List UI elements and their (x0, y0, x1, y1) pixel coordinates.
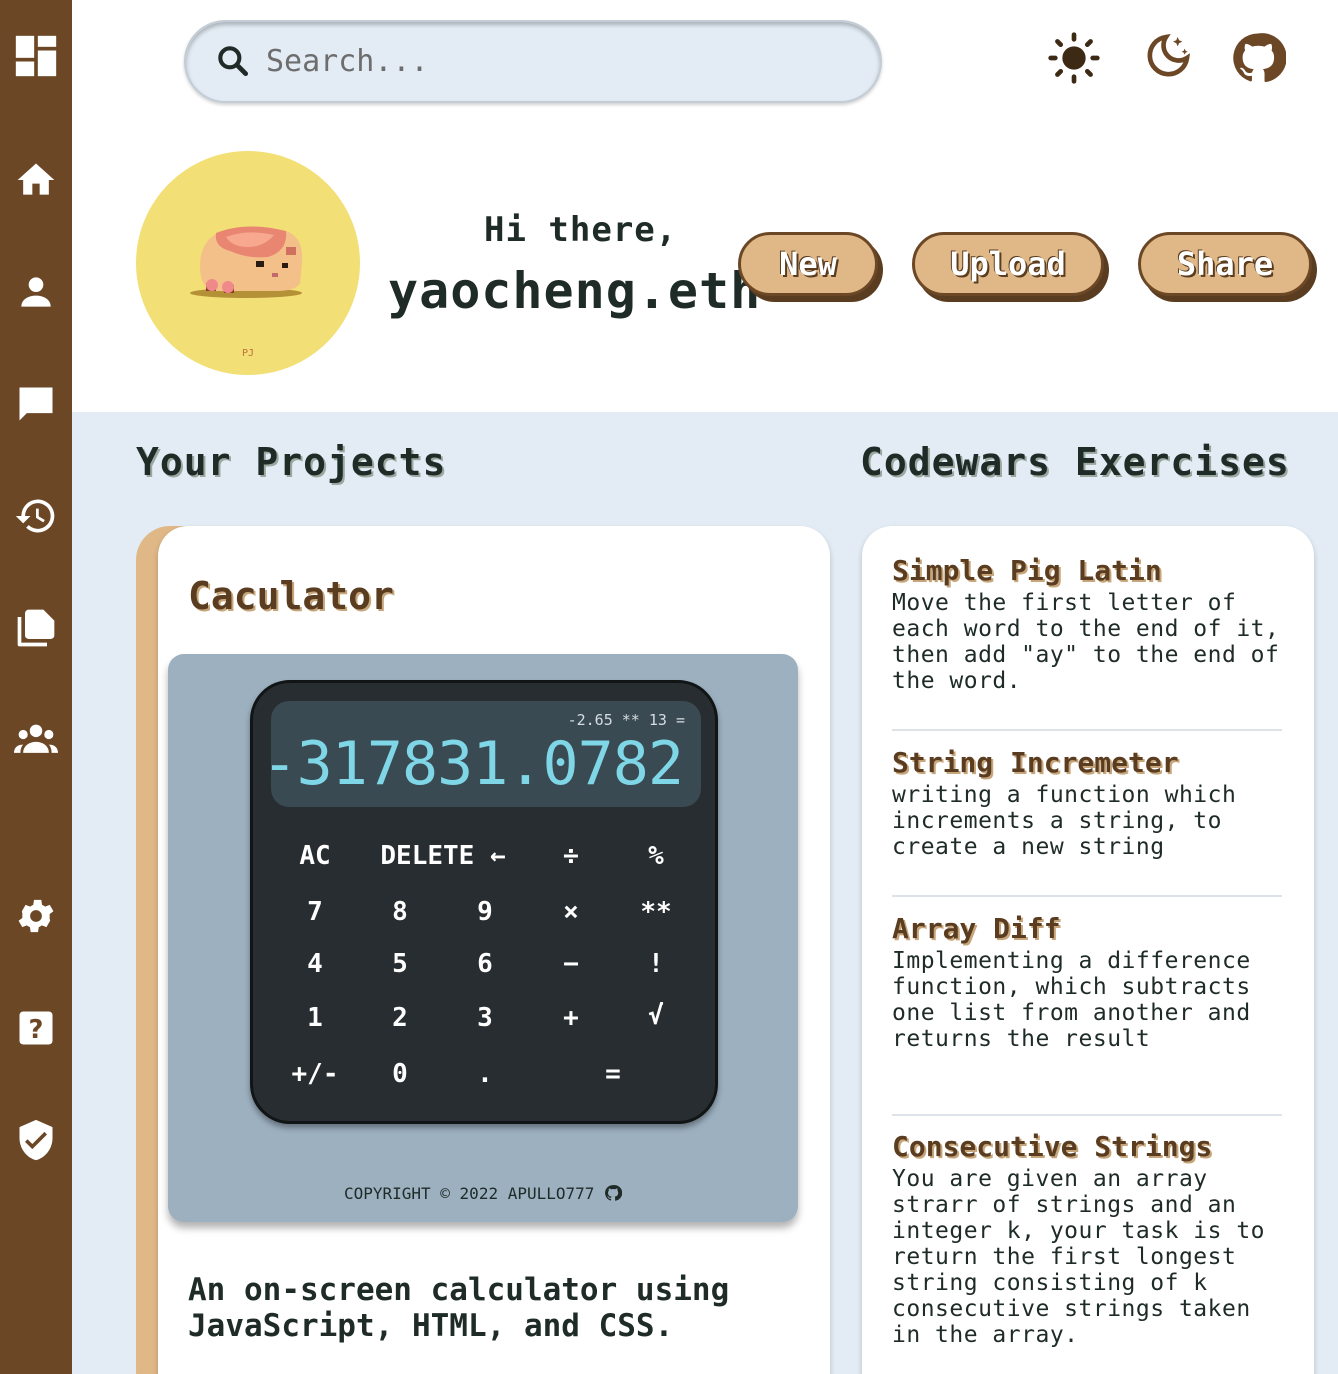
sun-icon[interactable] (1046, 30, 1102, 86)
exercise-item: String Incremeter writing a function whi… (892, 744, 1284, 860)
dashboard-icon[interactable] (10, 30, 62, 82)
previous-operation: -2.65 ** 13 = (567, 711, 685, 729)
codewars-card: Simple Pig Latin Move the first letter o… (862, 526, 1314, 1374)
exercise-description: writing a function which increments a st… (892, 782, 1237, 860)
key-3[interactable]: 3 (477, 1003, 493, 1033)
divider (892, 729, 1282, 731)
history-icon[interactable] (10, 490, 62, 542)
key-6[interactable]: 6 (477, 949, 493, 979)
guinea-pig-icon: PJ (190, 226, 303, 359)
github-icon[interactable] (604, 1184, 623, 1202)
key-5[interactable]: 5 (392, 949, 408, 979)
divider (892, 895, 1282, 897)
key-1[interactable]: 1 (307, 1003, 323, 1033)
home-icon[interactable] (10, 154, 62, 206)
exercise-title[interactable]: String Incremeter (892, 744, 1284, 782)
key-8[interactable]: 8 (392, 897, 408, 927)
sidebar: ? (0, 0, 72, 1374)
search-input[interactable] (266, 36, 846, 86)
messages-icon[interactable] (10, 378, 62, 430)
key-0[interactable]: 0 (392, 1059, 408, 1089)
key-minus[interactable]: − (563, 949, 579, 979)
github-icon[interactable] (1230, 30, 1286, 86)
avatar: PJ (136, 151, 360, 375)
help-icon[interactable]: ? (10, 1002, 62, 1054)
current-value: -317831.0782 (261, 729, 684, 799)
exercise-title[interactable]: Array Diff (892, 910, 1284, 948)
exercise-description: Implementing a difference function, whic… (892, 948, 1251, 1052)
settings-icon[interactable] (10, 890, 62, 942)
copyright: COPYRIGHT © 2022 APULLO777 (168, 1184, 798, 1203)
exercise-item: Simple Pig Latin Move the first letter o… (892, 552, 1284, 694)
key-delete[interactable]: DELETE ← (380, 841, 505, 871)
copyright-text: COPYRIGHT © 2022 APULLO777 (343, 1184, 595, 1203)
username: yaocheng.eth (388, 262, 762, 320)
search-icon[interactable] (214, 42, 252, 80)
svg-text:?: ? (29, 1015, 44, 1045)
key-power[interactable]: ** (640, 897, 671, 927)
key-divide[interactable]: ÷ (563, 841, 579, 871)
moon-icon[interactable] (1138, 30, 1194, 86)
search-bar (184, 20, 882, 103)
documents-icon[interactable] (10, 602, 62, 654)
key-multiply[interactable]: × (563, 897, 579, 927)
verified-icon[interactable] (10, 1114, 62, 1166)
greeting: Hi there, (484, 210, 678, 250)
project-description: An on-screen calculator using JavaScript… (188, 1272, 730, 1344)
key-ac[interactable]: AC (299, 841, 330, 871)
projects-heading: Your Projects (136, 440, 447, 484)
key-7[interactable]: 7 (307, 897, 323, 927)
exercise-item: Consecutive Strings You are given an arr… (892, 1128, 1284, 1348)
exercise-item: Array Diff Implementing a difference fun… (892, 910, 1284, 1052)
main-content: Your Projects Codewars Exercises Caculat… (72, 412, 1338, 1374)
key-sqrt[interactable]: √ (648, 1001, 664, 1031)
profile-icon[interactable] (10, 266, 62, 318)
project-card-body: Caculator -2.65 ** 13 = -317831.0782 AC … (158, 526, 830, 1374)
project-card[interactable]: Caculator -2.65 ** 13 = -317831.0782 AC … (136, 526, 830, 1374)
community-icon[interactable] (10, 714, 62, 766)
divider (892, 1114, 1282, 1116)
project-title[interactable]: Caculator (188, 574, 394, 618)
key-9[interactable]: 9 (477, 897, 493, 927)
key-4[interactable]: 4 (307, 949, 323, 979)
project-screenshot[interactable]: -2.65 ** 13 = -317831.0782 AC DELETE ← ÷… (168, 654, 798, 1222)
svg-text:PJ: PJ (242, 348, 254, 359)
key-negate[interactable]: +/- (292, 1059, 339, 1089)
exercise-title[interactable]: Simple Pig Latin (892, 552, 1284, 590)
key-factorial[interactable]: ! (648, 949, 664, 979)
codewars-heading: Codewars Exercises (860, 440, 1290, 484)
share-button[interactable]: Share (1138, 232, 1312, 296)
exercise-description: Move the first letter of each word to th… (892, 590, 1280, 694)
header: PJ Hi there, yaocheng.eth New Upload Sha… (72, 0, 1338, 412)
exercise-description: You are given an array strarr of strings… (892, 1166, 1266, 1348)
key-equals[interactable]: = (605, 1059, 621, 1089)
key-decimal[interactable]: . (477, 1059, 493, 1089)
key-percent[interactable]: % (648, 841, 664, 871)
exercise-title[interactable]: Consecutive Strings (892, 1128, 1284, 1166)
calculator: -2.65 ** 13 = -317831.0782 AC DELETE ← ÷… (250, 680, 718, 1124)
key-plus[interactable]: + (563, 1003, 579, 1033)
upload-button[interactable]: Upload (912, 232, 1104, 296)
key-2[interactable]: 2 (392, 1003, 408, 1033)
new-button[interactable]: New (738, 232, 878, 296)
calculator-display: -2.65 ** 13 = -317831.0782 (262, 701, 701, 807)
